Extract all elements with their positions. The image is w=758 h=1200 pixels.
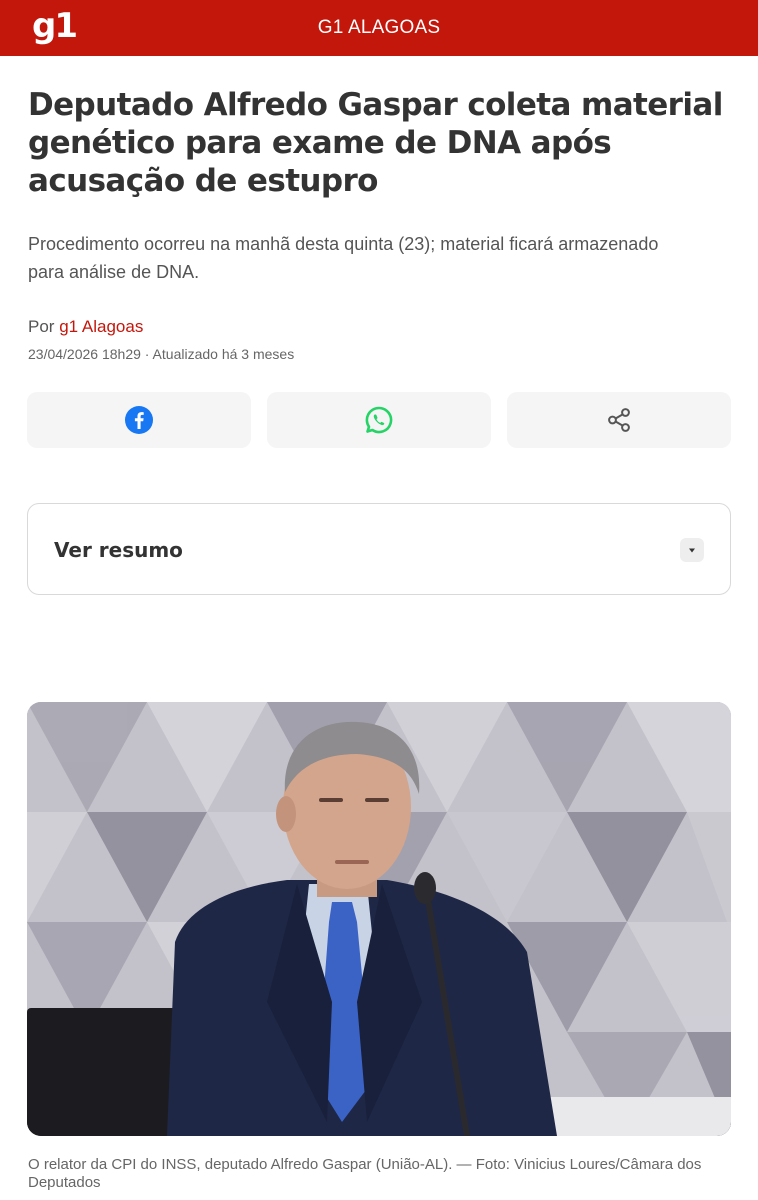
article-photo[interactable] [27,702,731,1136]
summary-label: Ver resumo [54,538,183,562]
photo-caption: O relator da CPI do INSS, deputado Alfre… [28,1156,702,1191]
share-whatsapp-button[interactable] [267,392,491,448]
photo-illustration [27,702,731,1136]
share-generic-button[interactable] [507,392,731,448]
byline: Por g1 Alagoas [28,316,143,338]
top-bar: g1 G1 ALAGOAS [0,0,758,56]
publish-date: 23/04/2026 18h29 · Atualizado há 3 meses [28,346,295,362]
share-icon [608,408,630,432]
section-title[interactable]: G1 ALAGOAS [0,16,758,40]
whatsapp-icon [365,406,393,434]
summary-accordion[interactable]: Ver resumo [27,503,731,595]
article-headline: Deputado Alfredo Gaspar coleta material … [28,87,723,199]
facebook-icon [125,406,153,434]
article-subtitle: Procedimento ocorreu na manhã desta quin… [28,234,659,282]
chevron-down-icon[interactable] [680,538,704,562]
author-link[interactable]: g1 Alagoas [59,317,143,336]
share-facebook-button[interactable] [27,392,251,448]
byline-prefix: Por [28,317,55,336]
